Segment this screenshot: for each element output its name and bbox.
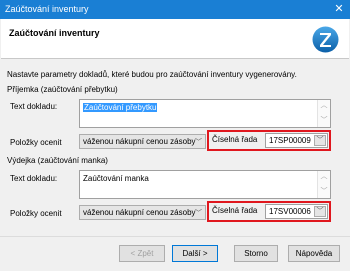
prijemka-items-label: Položky ocenit [10,138,62,147]
prijemka-text-input[interactable]: Zaúčtování přebytku ︿ ﹀ [79,99,331,128]
chevron-down-icon[interactable]: ﹀ [314,135,326,146]
close-icon[interactable]: ✕ [328,0,350,19]
prijemka-text-value: Zaúčtování přebytku [83,103,158,112]
window-titlebar: Zaúčtování inventury ✕ [0,0,350,19]
prijemka-series-select[interactable]: 17SP00009 ﹀ [265,133,328,148]
vydejka-series-value: 17SV00006 [269,207,311,216]
vydejka-text-value: Zaúčtování manka [83,174,149,183]
scroll-down-icon[interactable]: ﹀ [318,115,330,127]
back-button[interactable]: < Zpět [119,245,165,262]
window-title: Zaúčtování inventury [5,4,89,14]
vydejka-items-label: Položky ocenit [10,209,62,218]
prijemka-valuation-select[interactable]: váženou nákupní cenou zásoby ﹀ [79,134,206,149]
chevron-down-icon: ﹀ [195,139,202,146]
vydejka-series-highlight: Číselná řada 17SV00006 ﹀ [207,201,331,222]
scrollbar[interactable]: ︿ ﹀ [317,171,330,198]
vydejka-text-label: Text dokladu: [10,174,58,183]
scroll-down-icon[interactable]: ﹀ [318,186,330,198]
prijemka-series-value: 17SP00009 [269,136,311,145]
page-title: Zaúčtování inventury [9,28,100,38]
vydejka-series-select[interactable]: 17SV00006 ﹀ [265,204,328,219]
scroll-up-icon[interactable]: ︿ [318,171,330,183]
intro-text: Nastavte parametry dokladů, které budou … [7,70,297,79]
wizard-header: Zaúčtování inventury [1,19,349,59]
prijemka-text-label: Text dokladu: [10,102,58,111]
vydejka-text-input[interactable]: Zaúčtování manka ︿ ﹀ [79,170,331,199]
chevron-down-icon[interactable]: ﹀ [314,206,326,217]
scrollbar[interactable]: ︿ ﹀ [317,100,330,127]
vydejka-valuation-value: váženou nákupní cenou zásoby [83,208,196,217]
help-button[interactable]: Nápověda [288,245,340,262]
prijemka-series-label: Číselná řada [212,135,258,144]
next-button[interactable]: Další > [172,245,218,262]
cancel-button[interactable]: Storno [234,245,278,262]
vydejka-series-label: Číselná řada [212,206,258,215]
wizard-footer: < Zpět Další > Storno Nápověda [0,236,350,271]
prijemka-series-highlight: Číselná řada 17SP00009 ﹀ [207,130,331,151]
scroll-up-icon[interactable]: ︿ [318,100,330,112]
vydejka-valuation-select[interactable]: váženou nákupní cenou zásoby ﹀ [79,205,206,220]
chevron-down-icon: ﹀ [195,210,202,217]
prijemka-group-label: Příjemka (zaúčtování přebytku) [7,85,118,94]
prijemka-valuation-value: váženou nákupní cenou zásoby [83,137,196,146]
pohoda-logo-icon [312,26,339,53]
vydejka-group-label: Výdejka (zaúčtování manka) [7,156,108,165]
